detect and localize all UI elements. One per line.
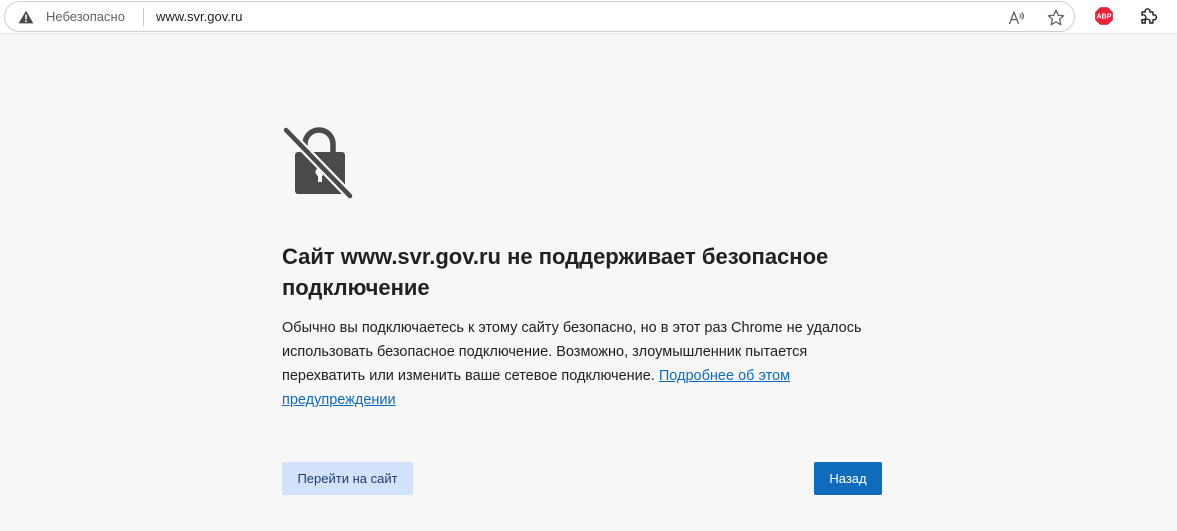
back-button[interactable]: Назад: [814, 462, 882, 495]
address-divider: [143, 8, 144, 26]
security-status-label[interactable]: Небезопасно: [46, 9, 125, 25]
address-bar[interactable]: Небезопасно www.svr.gov.ru: [4, 1, 1075, 32]
read-aloud-icon[interactable]: [1007, 8, 1027, 28]
error-description: Обычно вы подключаетесь к этому сайту бе…: [282, 316, 882, 412]
broken-lock-icon: [282, 126, 354, 200]
abp-badge-text: ABP: [1097, 14, 1112, 21]
favorite-star-icon[interactable]: [1046, 8, 1066, 28]
extensions-icon[interactable]: [1138, 6, 1158, 26]
adblock-plus-icon[interactable]: ABP: [1094, 6, 1114, 26]
proceed-to-site-button[interactable]: Перейти на сайт: [282, 462, 413, 495]
browser-toolbar: Небезопасно www.svr.gov.ru ABP: [0, 0, 1177, 34]
page-title: Сайт www.svr.gov.ru не поддерживает безо…: [282, 244, 829, 300]
warning-icon[interactable]: [18, 10, 34, 24]
url-text[interactable]: www.svr.gov.ru: [156, 9, 242, 25]
